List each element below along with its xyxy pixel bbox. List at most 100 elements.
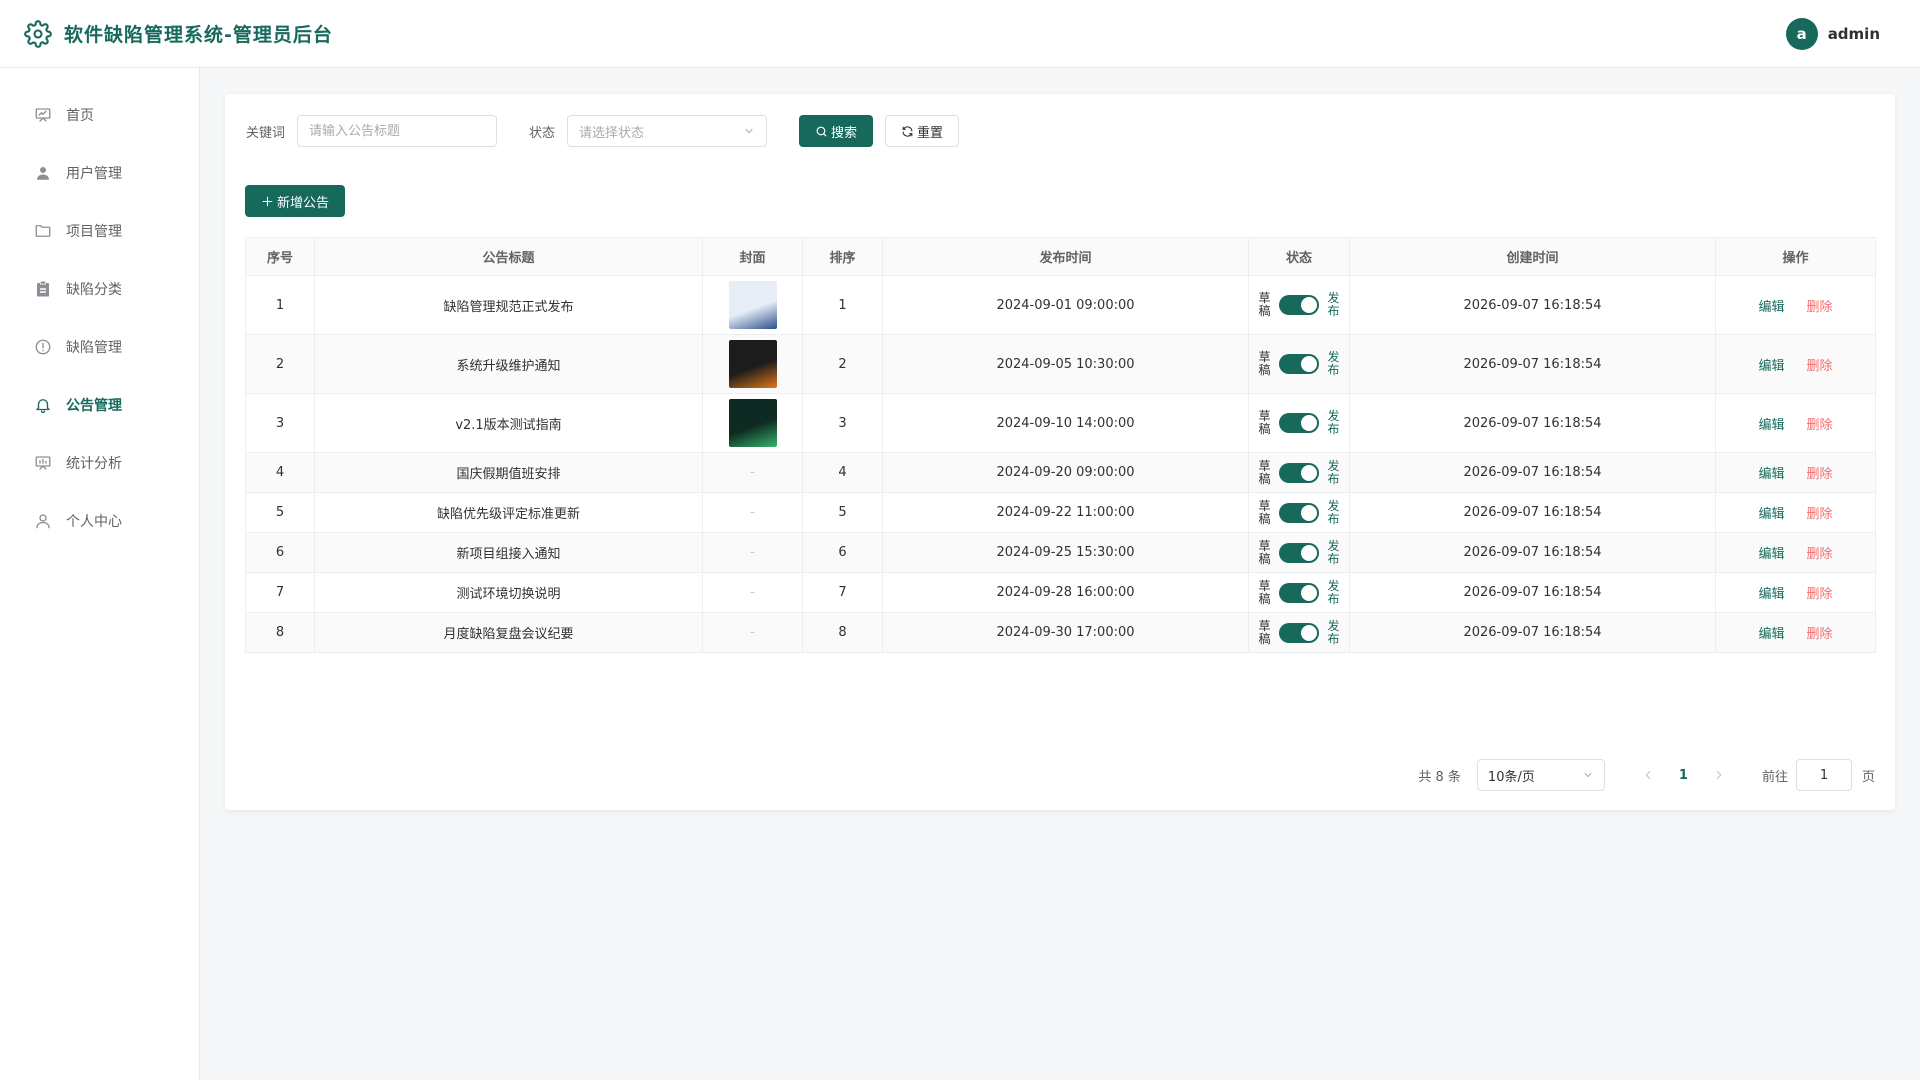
sidebar-item-label: 统计分析 (66, 456, 122, 472)
sidebar-item-announcements[interactable]: 公告管理 (0, 376, 199, 434)
edit-link[interactable]: 编辑 (1758, 587, 1784, 602)
cell-cover (702, 275, 803, 335)
cell-title: 缺陷优先级评定标准更新 (314, 492, 703, 533)
status-toggle[interactable] (1279, 582, 1319, 603)
table-body: 1 缺陷管理规范正式发布 1 2024-09-01 09:00:00 草稿发布 2026-… (245, 275, 1876, 653)
status-select[interactable]: 请选择状态 (567, 115, 768, 147)
column-header-created: 创建时间 (1349, 237, 1716, 276)
sidebar-item-label: 用户管理 (66, 166, 122, 182)
cell-title: 测试环境切换说明 (314, 572, 703, 613)
sidebar-item-home[interactable]: 首页 (0, 86, 199, 144)
delete-link[interactable]: 删除 (1807, 507, 1833, 522)
cell-no: 6 (245, 532, 315, 573)
table-row: 5 缺陷优先级评定标准更新 -5 2024-09-22 11:00:00 草稿发布 202… (245, 492, 1876, 533)
clipboard-icon (37, 281, 49, 297)
username[interactable]: admin (1828, 25, 1880, 43)
status-toggle[interactable] (1279, 295, 1319, 315)
edit-link[interactable]: 编辑 (1758, 627, 1784, 642)
delete-link[interactable]: 删除 (1807, 359, 1833, 374)
page-number-current[interactable]: 1 (1679, 768, 1688, 783)
cell-no: 1 (245, 275, 315, 335)
app-title: 软件缺陷管理系统-管理员后台 (64, 24, 333, 46)
status-toggle[interactable] (1279, 542, 1319, 563)
refresh-icon (902, 125, 913, 137)
cell-title: 缺陷管理规范正式发布 (314, 275, 703, 335)
cell-created: 2026-09-07 16:18:54 (1349, 532, 1716, 573)
gear-icon (24, 19, 52, 48)
sidebar-item-label: 缺陷分类 (66, 282, 122, 298)
cover-thumbnail[interactable] (728, 340, 777, 388)
user-menu[interactable]: a admin (1785, 17, 1880, 50)
cell-publish-time: 2024-09-28 16:00:00 (882, 572, 1249, 613)
delete-link[interactable]: 删除 (1807, 587, 1833, 602)
cell-sort: 8 (802, 612, 883, 653)
sidebar-item-projects[interactable]: 项目管理 (0, 202, 199, 260)
delete-link[interactable]: 删除 (1807, 300, 1833, 315)
cell-no: 7 (245, 572, 315, 613)
delete-link[interactable]: 删除 (1807, 467, 1833, 482)
keyword-label: 关键词 (246, 125, 286, 141)
sidebar-item-defect-categories[interactable]: 缺陷分类 (0, 260, 199, 318)
status-off-label: 草稿 (1258, 291, 1271, 318)
cell-no: 5 (245, 492, 315, 533)
keyword-input[interactable] (297, 115, 498, 147)
content-card: 关键词 状态 请选择状态 搜索 重置 新增公告 序号 公告标题 封面 (225, 94, 1895, 810)
status-off-label: 草稿 (1258, 618, 1271, 646)
delete-link[interactable]: 删除 (1807, 547, 1833, 562)
cell-publish-time: 2024-09-25 15:30:00 (882, 532, 1249, 573)
user-outline-icon (36, 514, 50, 529)
plus-icon (262, 196, 273, 206)
status-toggle[interactable] (1279, 622, 1319, 643)
avatar[interactable]: a (1785, 17, 1818, 50)
presentation-icon (35, 108, 51, 122)
status-toggle[interactable] (1279, 502, 1319, 523)
filter-bar: 关键词 状态 请选择状态 搜索 重置 (246, 115, 960, 147)
edit-link[interactable]: 编辑 (1758, 467, 1784, 482)
delete-link[interactable]: 删除 (1807, 418, 1833, 433)
cell-publish-time: 2024-09-01 09:00:00 (882, 275, 1249, 335)
delete-link[interactable]: 删除 (1807, 627, 1833, 642)
sidebar-item-profile[interactable]: 个人中心 (0, 492, 199, 550)
next-page-icon[interactable] (1712, 768, 1726, 782)
cell-actions: 编辑 删除 (1715, 393, 1876, 453)
add-button-label: 新增公告 (277, 195, 330, 211)
sidebar-item-label: 个人中心 (66, 514, 122, 530)
cell-actions: 编辑 删除 (1715, 452, 1876, 493)
sidebar-item-users[interactable]: 用户管理 (0, 144, 199, 202)
edit-link[interactable]: 编辑 (1758, 359, 1784, 374)
status-off-label: 草稿 (1258, 458, 1271, 486)
status-toggle[interactable] (1279, 462, 1319, 483)
sidebar-item-statistics[interactable]: 统计分析 (0, 434, 199, 492)
cell-publish-time: 2024-09-10 14:00:00 (882, 393, 1249, 453)
cell-publish-time: 2024-09-22 11:00:00 (882, 492, 1249, 533)
status-toggle[interactable] (1279, 413, 1319, 433)
cell-sort: 7 (802, 572, 883, 613)
edit-link[interactable]: 编辑 (1758, 507, 1784, 522)
search-icon (816, 126, 827, 136)
edit-link[interactable]: 编辑 (1758, 418, 1784, 433)
page-size-select[interactable]: 10条/页 (1476, 759, 1605, 791)
status-on-label: 发布 (1327, 409, 1340, 436)
chevron-down-icon (745, 129, 753, 134)
sidebar-item-label: 公告管理 (66, 398, 122, 414)
cell-actions: 编辑 删除 (1715, 334, 1876, 394)
cover-thumbnail[interactable] (728, 281, 777, 329)
cell-no: 3 (245, 393, 315, 453)
sidebar-item-defects[interactable]: 缺陷管理 (0, 318, 199, 376)
cell-created: 2026-09-07 16:18:54 (1349, 492, 1716, 533)
cell-actions: 编辑 删除 (1715, 492, 1876, 533)
prev-page-icon[interactable] (1641, 768, 1655, 782)
cover-thumbnail[interactable] (728, 399, 777, 447)
goto-page-input[interactable] (1795, 759, 1852, 791)
chevron-down-icon (1584, 773, 1592, 778)
cell-title: v2.1版本测试指南 (314, 393, 703, 453)
status-off-label: 草稿 (1258, 409, 1271, 436)
search-button[interactable]: 搜索 (799, 115, 874, 147)
reset-button[interactable]: 重置 (885, 115, 960, 147)
status-toggle[interactable] (1279, 354, 1319, 374)
edit-link[interactable]: 编辑 (1758, 547, 1784, 562)
table-row: 8 月度缺陷复盘会议纪要 -8 2024-09-30 17:00:00 草稿发布 2026… (245, 612, 1876, 653)
status-off-label: 草稿 (1258, 350, 1271, 377)
add-announcement-button[interactable]: 新增公告 (245, 185, 346, 217)
edit-link[interactable]: 编辑 (1758, 300, 1784, 315)
